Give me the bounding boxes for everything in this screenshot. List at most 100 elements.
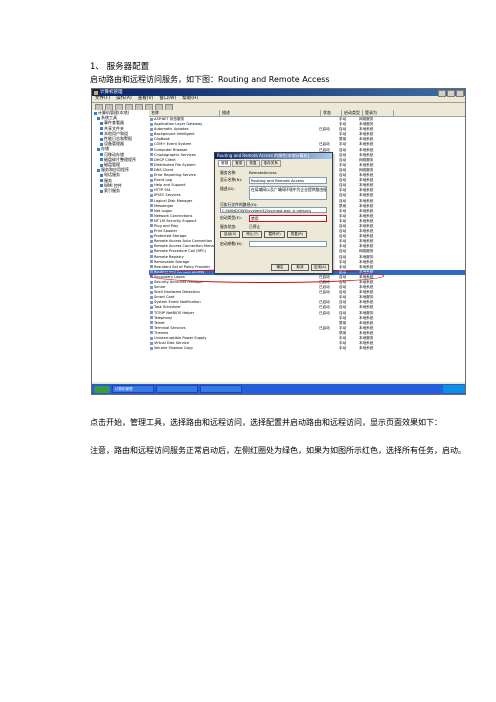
service-name: Removable Storage [154, 259, 190, 264]
service-name: Protected Storage [154, 234, 187, 239]
service-gear-icon [150, 153, 153, 157]
service-name: Telephony [154, 315, 173, 320]
apply-button[interactable]: 应用(A) [311, 264, 329, 271]
tree-node-icon [100, 142, 103, 146]
tab-dependencies[interactable]: 依存关系 [260, 160, 281, 167]
taskbar-item[interactable]: 计算机管理 [112, 385, 154, 393]
minimize-icon[interactable] [438, 90, 446, 97]
service-gear-icon [150, 229, 153, 233]
startup-type-select[interactable]: 禁用 [249, 215, 327, 222]
display-name-field[interactable]: Routing and Remote Access [249, 177, 327, 184]
menu-help[interactable]: 帮助(H) [182, 96, 198, 102]
service-name: Event Log [154, 178, 172, 183]
menu-file[interactable]: 文件(F) [95, 96, 110, 102]
service-gear-icon [150, 173, 153, 177]
service-name: System Event Notification [154, 300, 201, 305]
service-gear-icon [150, 275, 153, 279]
dialog-tabs: 常规 登录 恢复 依存关系 [215, 159, 332, 168]
ok-button[interactable]: 确定 [271, 264, 289, 271]
start-button-taskbar[interactable] [94, 385, 110, 393]
service-gear-icon [150, 311, 153, 315]
service-gear-icon [150, 132, 153, 136]
service-gear-icon [150, 331, 153, 335]
start-button[interactable]: 启动(S) [220, 230, 241, 238]
tree-node-icon [100, 189, 103, 193]
service-name: DHCP Client [154, 157, 176, 162]
menu-action[interactable]: 操作(A) [116, 96, 132, 102]
service-logon: 本地系统 [359, 346, 374, 351]
service-gear-icon [150, 193, 153, 197]
service-name: Error Reporting Service [154, 173, 196, 178]
service-gear-icon [150, 204, 153, 208]
window-titlebar: 计算机管理 [92, 89, 465, 97]
service-name: HTTP SSL [154, 188, 171, 193]
service-gear-icon [150, 168, 153, 172]
screenshot-computer-management: 计算机管理 文件(F) 操作(A) 查看(V) 窗口(W) 帮助(H) 计算机管… [91, 88, 466, 395]
service-gear-icon [150, 122, 153, 126]
service-name: Shell Hardware Detection [154, 290, 200, 295]
service-name: Logical Disk Manager [154, 198, 193, 203]
service-gear-icon [150, 178, 153, 182]
service-status-value: 已停止 [249, 223, 261, 229]
menu-window[interactable]: 窗口(W) [159, 96, 176, 102]
service-name: Automatic Updates [154, 127, 189, 132]
stop-button[interactable]: 停止(T) [242, 230, 263, 238]
column-startup-type[interactable]: 启动类型 [342, 110, 363, 116]
service-name-value: RemoteAccess [249, 170, 277, 175]
service-name: Distributed File System [154, 162, 196, 167]
start-params-field[interactable] [249, 240, 327, 247]
tree-item-label: 索引服务 [104, 188, 120, 194]
column-logon-as[interactable]: 登录为 [363, 110, 394, 116]
cancel-button[interactable]: 取消 [291, 264, 309, 271]
pause-button[interactable]: 暂停(P) [264, 230, 285, 238]
service-gear-icon [150, 265, 153, 269]
tab-general[interactable]: 常规 [218, 160, 232, 167]
service-name: Telnet [154, 320, 165, 325]
service-name: Task Scheduler [154, 305, 181, 310]
display-name-label: 显示名称(N): [220, 177, 243, 182]
tree-node-icon [100, 153, 103, 157]
tree-node-icon [100, 179, 103, 183]
service-gear-icon [150, 219, 153, 223]
service-name: Net Logon [154, 208, 173, 213]
service-name: Security Accounts Manager [154, 280, 204, 284]
tab-logon[interactable]: 登录 [232, 160, 246, 167]
column-description[interactable]: 描述 [220, 110, 321, 116]
table-row[interactable]: Volume Shadow Copy 手动 本地系统 [149, 346, 465, 351]
service-name: Volume Shadow Copy [154, 346, 193, 351]
service-gear-icon [150, 148, 153, 152]
service-name: Print Spooler [154, 229, 178, 234]
taskbar-item[interactable] [200, 385, 242, 393]
service-name: COM+ Event System [154, 142, 192, 147]
tree-item[interactable]: 索引服务 [94, 188, 150, 193]
description-label: 描述(D): [220, 185, 235, 191]
close-icon[interactable] [456, 90, 464, 97]
service-name: Smart Card [154, 295, 175, 300]
taskbar: 计算机管理 [92, 384, 465, 394]
tab-recovery[interactable]: 恢复 [246, 160, 260, 167]
tree-node-icon [97, 147, 100, 151]
service-gear-icon [150, 326, 153, 330]
resume-button[interactable]: 恢复(R) [286, 230, 308, 238]
path-field: C:\WINDOWS\system32\svchost.exe -k netsv… [220, 206, 327, 213]
tree-node-icon [100, 158, 103, 162]
tree-node-icon [100, 163, 103, 167]
service-gear-icon [150, 280, 153, 284]
service-gear-icon [150, 300, 153, 304]
service-name: Secondary Logon [154, 274, 186, 279]
dialog-footer: 确定 取消 应用(A) [271, 264, 329, 271]
service-gear-icon [150, 209, 153, 213]
column-name[interactable]: 名称 [149, 110, 220, 116]
row-name-cell: Volume Shadow Copy [149, 346, 219, 351]
service-gear-icon [150, 199, 153, 202]
column-status[interactable]: 状态 [321, 110, 342, 116]
service-status [319, 346, 339, 351]
tree-node-icon [100, 121, 103, 125]
taskbar-item[interactable] [156, 385, 198, 393]
service-name: NT LM Security Support [154, 218, 197, 223]
service-name: Virtual Disk Service [154, 341, 190, 346]
maximize-icon[interactable] [447, 90, 455, 97]
menu-view[interactable]: 查看(V) [138, 96, 154, 102]
service-gear-icon [150, 336, 153, 340]
description-field[interactable]: 在局域网以及广域网环境中为企业提供路由服务。 [249, 185, 327, 200]
